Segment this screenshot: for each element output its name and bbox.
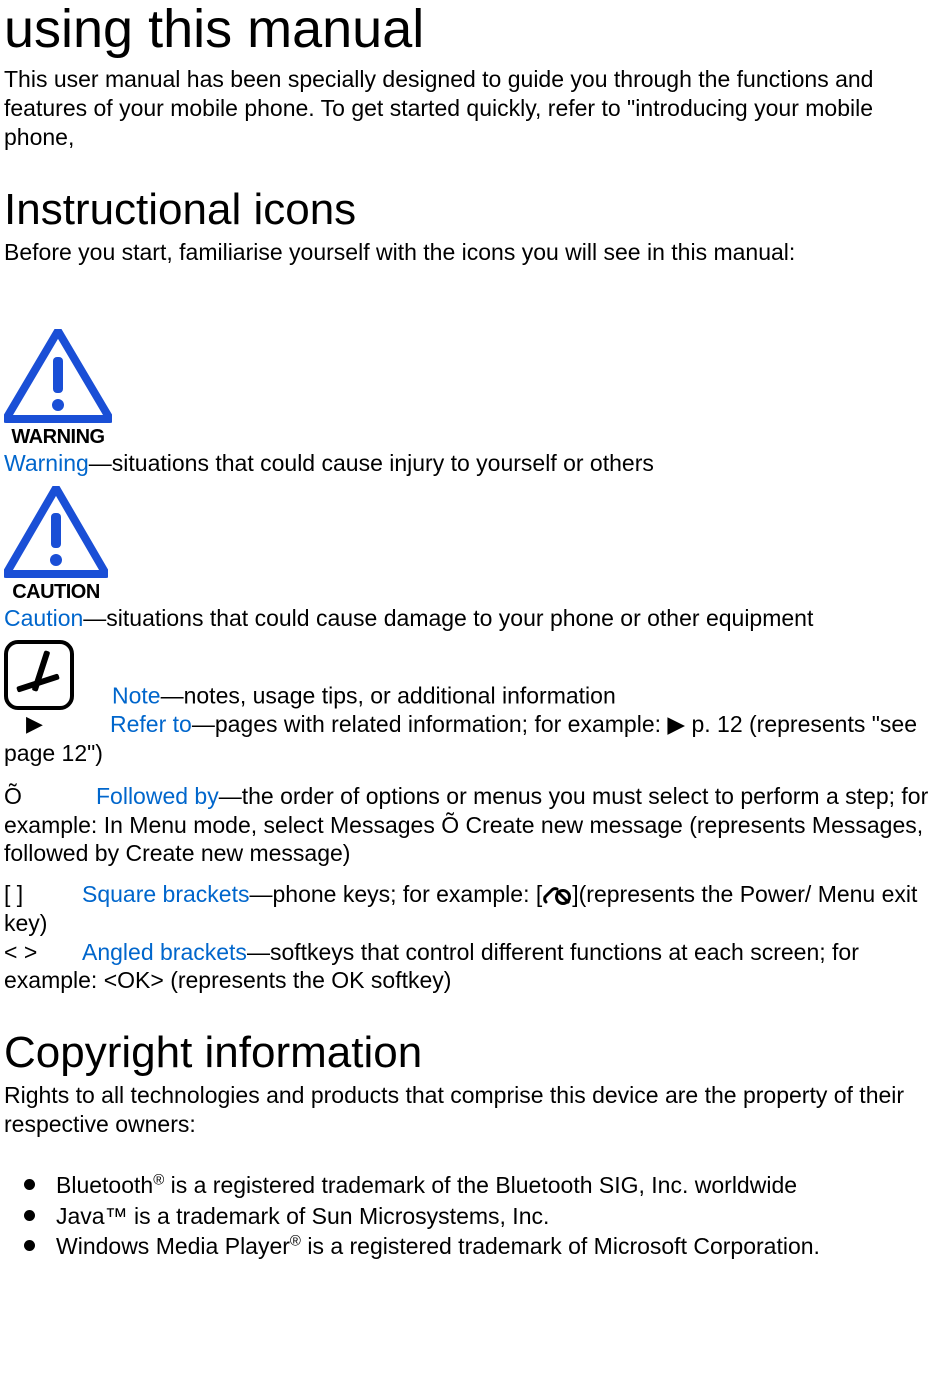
angled-brackets-symbol: < > [4, 938, 82, 967]
followed-by-symbol: Õ [4, 782, 96, 811]
refer-to-section: ▶Refer to—pages with related information… [4, 710, 936, 768]
warning-section: WARNING Warning—situations that could ca… [4, 329, 936, 478]
caution-description: —situations that could cause damage to y… [83, 605, 813, 631]
warning-icon: WARNING [4, 329, 112, 449]
angled-brackets-section: < >Angled brackets—softkeys that control… [4, 938, 936, 996]
intro-paragraph: This user manual has been specially desi… [4, 65, 936, 151]
refer-arrow-icon: ▶ [26, 711, 43, 736]
icons-intro-paragraph: Before you start, familiarise yourself w… [4, 238, 936, 267]
list-item: Windows Media Player® is a registered tr… [4, 1232, 936, 1261]
refer-label: Refer to [110, 711, 192, 737]
followed-by-label: Followed by [96, 783, 219, 809]
square-brackets-section: [ ]Square brackets—phone keys; for examp… [4, 880, 936, 938]
square-brackets-label: Square brackets [82, 881, 249, 907]
warning-description: —situations that could cause injury to y… [89, 450, 654, 476]
list-item: Bluetooth® is a registered trademark of … [4, 1171, 936, 1200]
warning-label: Warning [4, 450, 89, 476]
power-key-icon [542, 886, 572, 906]
heading-copyright: Copyright information [4, 1029, 936, 1077]
note-description: —notes, usage tips, or additional inform… [161, 683, 616, 709]
caution-icon: CAUTION [4, 486, 108, 604]
square-brackets-symbol: [ ] [4, 880, 82, 909]
square-brackets-description-pre: —phone keys; for example: [ [249, 881, 542, 907]
page-title: using this manual [4, 0, 936, 59]
note-label: Note [112, 683, 161, 709]
caution-label: Caution [4, 605, 83, 631]
svg-text:WARNING: WARNING [11, 426, 104, 448]
note-section: Note—notes, usage tips, or additional in… [4, 640, 936, 710]
svg-text:CAUTION: CAUTION [12, 581, 100, 603]
heading-instructional-icons: Instructional icons [4, 186, 936, 234]
note-icon [4, 640, 74, 710]
copyright-intro-paragraph: Rights to all technologies and products … [4, 1081, 936, 1139]
angled-brackets-label: Angled brackets [82, 939, 247, 965]
caution-section: CAUTION Caution—situations that could ca… [4, 486, 936, 633]
trademark-list: Bluetooth® is a registered trademark of … [4, 1171, 936, 1261]
followed-by-section: ÕFollowed by—the order of options or men… [4, 782, 936, 868]
list-item: Java™ is a trademark of Sun Microsystems… [4, 1202, 936, 1231]
